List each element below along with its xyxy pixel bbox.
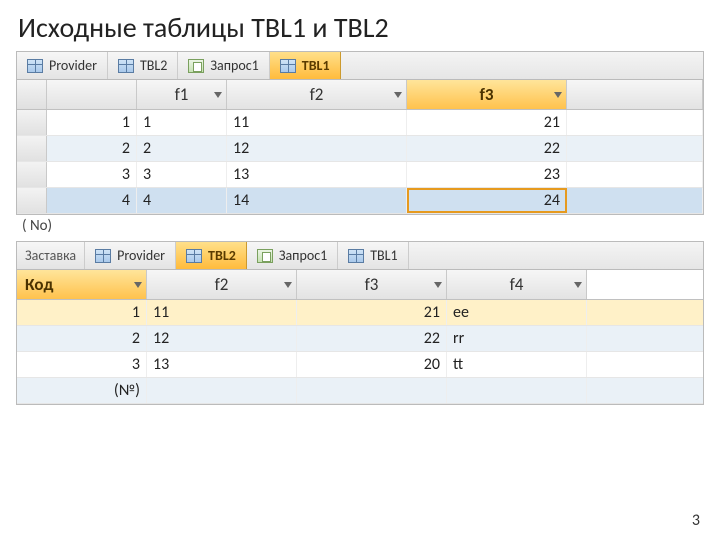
table-row[interactable]: 21222rr: [17, 326, 703, 352]
table-icon: [27, 59, 43, 73]
cell[interactable]: 2: [137, 136, 227, 161]
column-header-f2[interactable]: f2: [227, 80, 407, 109]
tbl1-grid[interactable]: 111121221222331323441424: [17, 110, 703, 214]
tbl2-newrow: (№): [17, 378, 703, 404]
tbl2-header-row: Код f2 f3 f4: [17, 270, 703, 300]
tab-tbl1[interactable]: TBL1: [338, 242, 408, 269]
tbl1-tabstrip: Provider TBL2 Запрос1 TBL1: [17, 52, 703, 80]
new-row-label: (№): [17, 378, 147, 403]
cell[interactable]: 2: [47, 136, 137, 161]
tab-label: Запрос1: [279, 247, 327, 264]
cell[interactable]: 1: [47, 110, 137, 135]
tab-запрос1[interactable]: Запрос1: [247, 242, 338, 269]
tab-label: Запрос1: [210, 57, 258, 74]
cell[interactable]: 12: [147, 326, 297, 351]
cell[interactable]: 3: [17, 352, 147, 377]
table-row[interactable]: 221222: [17, 136, 703, 162]
cell[interactable]: ee: [447, 300, 587, 325]
cell[interactable]: 21: [297, 300, 447, 325]
table-icon: [280, 59, 296, 73]
dropdown-icon[interactable]: [434, 282, 442, 288]
table-row[interactable]: 111121: [17, 110, 703, 136]
tbl2-tabstrip: Заставка Provider TBL2 Запрос1 TBL1: [17, 242, 703, 270]
tbl2-grid[interactable]: 11121ee21222rr31320tt: [17, 300, 703, 378]
cell[interactable]: 14: [227, 188, 407, 213]
row-handle[interactable]: [17, 188, 47, 213]
tab-label: TBL2: [140, 57, 167, 74]
cell[interactable]: 11: [147, 300, 297, 325]
cell[interactable]: 21: [407, 110, 567, 135]
cell[interactable]: 13: [227, 162, 407, 187]
cell[interactable]: 3: [47, 162, 137, 187]
table-row[interactable]: 31320tt: [17, 352, 703, 378]
cell[interactable]: 22: [297, 326, 447, 351]
tab-label: Provider: [117, 247, 165, 264]
cell[interactable]: [567, 162, 703, 187]
column-header-blank[interactable]: [47, 80, 137, 109]
dropdown-icon[interactable]: [394, 92, 402, 98]
tab-tbl2[interactable]: TBL2: [176, 242, 247, 269]
query-icon: [188, 59, 204, 73]
table-row[interactable]: 441424: [17, 188, 703, 214]
column-header-f1[interactable]: f1: [137, 80, 227, 109]
tab-tbl1[interactable]: TBL1: [270, 52, 341, 79]
cell[interactable]: rr: [447, 326, 587, 351]
tbl1-panel: ProviderTBL2Запрос1TBL1 f1 f2 f3 1111212…: [16, 51, 704, 215]
table-icon: [186, 249, 202, 263]
cell[interactable]: 1: [17, 300, 147, 325]
tab-label: TBL1: [302, 57, 330, 74]
dropdown-icon[interactable]: [134, 282, 142, 288]
cell[interactable]: 20: [297, 352, 447, 377]
table-icon: [95, 249, 111, 263]
row-handle[interactable]: [17, 136, 47, 161]
column-header-f3[interactable]: f3: [407, 80, 567, 109]
tab-запрос1[interactable]: Запрос1: [178, 52, 269, 79]
cell[interactable]: 4: [47, 188, 137, 213]
column-header-f3[interactable]: f3: [297, 270, 447, 299]
slide-title: Исходные таблицы TBL1 и TBL2: [0, 0, 720, 51]
table-icon: [348, 249, 364, 263]
dropdown-icon[interactable]: [214, 92, 222, 98]
tab-label: Provider: [49, 57, 97, 74]
cell[interactable]: [567, 188, 703, 213]
cell[interactable]: 11: [227, 110, 407, 135]
tbl1-header-row: f1 f2 f3: [17, 80, 703, 110]
row-selector-header[interactable]: [17, 80, 47, 109]
dropdown-icon[interactable]: [574, 282, 582, 288]
column-header-extra[interactable]: [567, 80, 703, 109]
row-handle[interactable]: [17, 110, 47, 135]
cell[interactable]: 13: [147, 352, 297, 377]
cell[interactable]: 22: [407, 136, 567, 161]
tab-label: TBL2: [208, 247, 236, 264]
dropdown-icon[interactable]: [284, 282, 292, 288]
dropdown-icon[interactable]: [554, 92, 562, 98]
table-icon: [118, 59, 134, 73]
tab-заставка[interactable]: Заставка: [17, 242, 85, 269]
query-icon: [257, 249, 273, 263]
cell[interactable]: tt: [447, 352, 587, 377]
cell[interactable]: 12: [227, 136, 407, 161]
column-header-code[interactable]: Код: [17, 270, 147, 299]
column-header-f4[interactable]: f4: [447, 270, 587, 299]
table-row[interactable]: 331323: [17, 162, 703, 188]
cell[interactable]: [567, 110, 703, 135]
column-header-f2[interactable]: f2: [147, 270, 297, 299]
cell[interactable]: 24: [407, 188, 567, 213]
tab-provider[interactable]: Provider: [17, 52, 108, 79]
table-row[interactable]: 11121ee: [17, 300, 703, 326]
tbl1-newrow-label: ( No): [0, 215, 720, 235]
cell[interactable]: 2: [17, 326, 147, 351]
row-handle[interactable]: [17, 162, 47, 187]
page-number: 3: [692, 511, 700, 530]
cell[interactable]: [567, 136, 703, 161]
tbl2-panel: Заставка Provider TBL2 Запрос1 TBL1 Код f2 f…: [16, 241, 704, 405]
tab-tbl2[interactable]: TBL2: [108, 52, 178, 79]
cell[interactable]: 1: [137, 110, 227, 135]
cell[interactable]: 4: [137, 188, 227, 213]
cell[interactable]: 3: [137, 162, 227, 187]
tab-label: Заставка: [25, 247, 76, 264]
tab-label: TBL1: [370, 247, 397, 264]
tab-provider[interactable]: Provider: [85, 242, 176, 269]
cell[interactable]: 23: [407, 162, 567, 187]
